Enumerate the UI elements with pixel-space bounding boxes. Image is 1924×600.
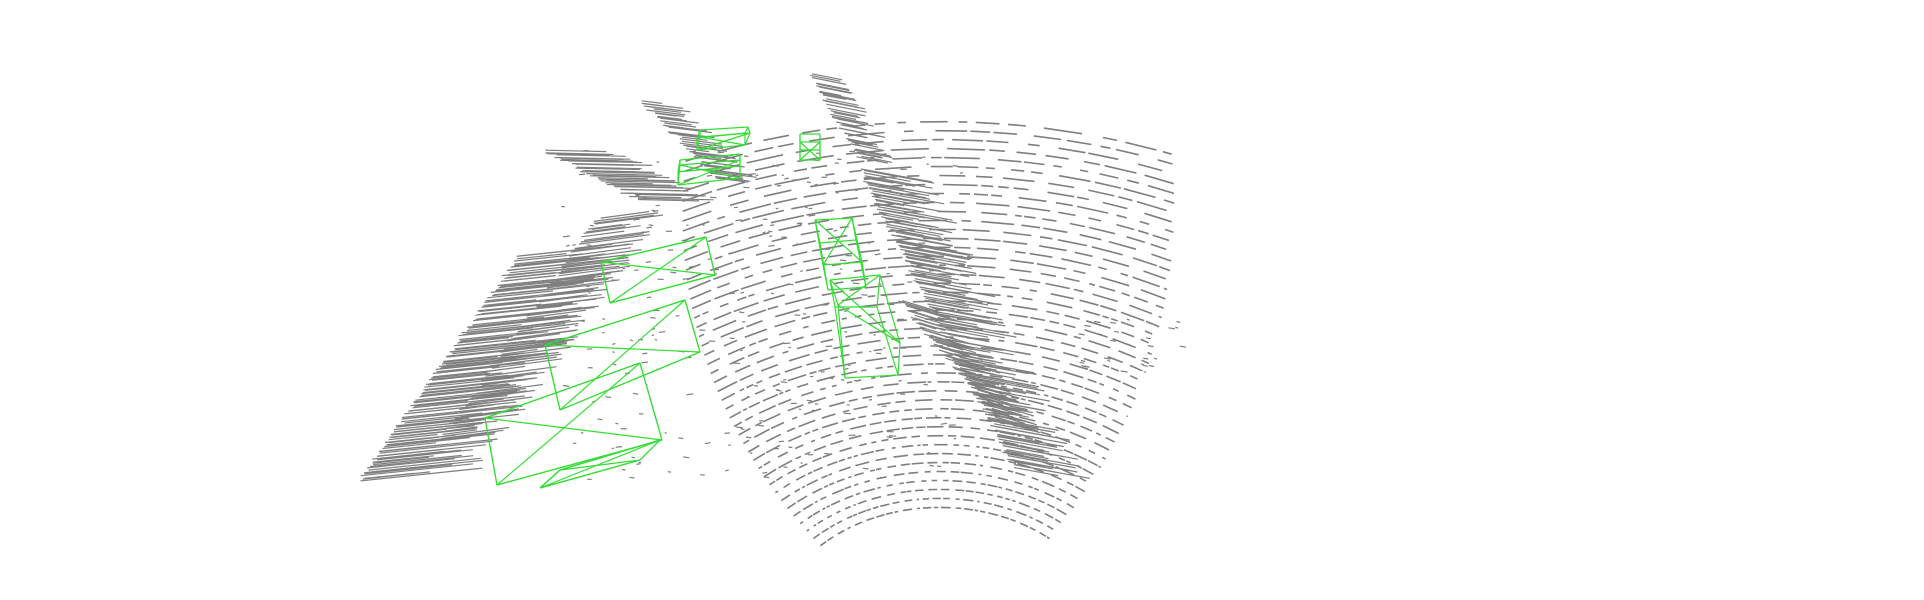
detection-box [829, 274, 901, 379]
ground-scan-ring [747, 399, 1115, 453]
right-building-wall [860, 168, 1090, 479]
ground-scan-ring [682, 183, 1172, 232]
point-cloud-viewport[interactable] [0, 0, 1924, 600]
ground-scan-ring [813, 497, 1054, 540]
ground-scan-ring [819, 506, 1050, 547]
ground-scan-ring [780, 452, 1086, 502]
ground-scan-ring [683, 138, 1163, 183]
detection-box [600, 236, 716, 304]
point-cloud-canvas[interactable] [0, 0, 1924, 600]
ground-scan-ring [683, 201, 1170, 252]
ground-scan-ring [799, 479, 1067, 525]
detection-box [799, 133, 821, 161]
lidar-points [360, 73, 1187, 547]
ground-scan-ring [717, 336, 1138, 393]
ground-scan-ring [752, 407, 1111, 461]
detection-box [539, 439, 661, 489]
left-upper-structure [545, 149, 714, 202]
ground-scan-ring [721, 345, 1137, 402]
right-building-wall [810, 73, 893, 164]
